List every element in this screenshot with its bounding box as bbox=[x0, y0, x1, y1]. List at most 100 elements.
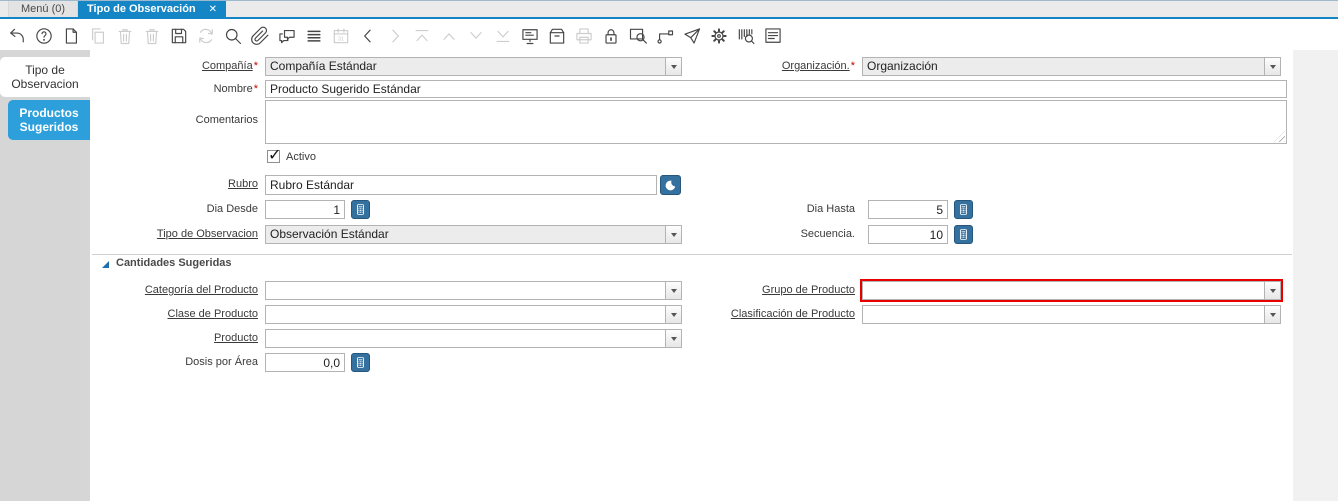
tipo-de-observacion-label[interactable]: Tipo de Observacion bbox=[90, 228, 258, 241]
chat-icon[interactable] bbox=[277, 26, 297, 46]
grid-toggle-icon[interactable] bbox=[304, 26, 324, 46]
find-icon[interactable] bbox=[223, 26, 243, 46]
calculator-button[interactable] bbox=[954, 200, 973, 219]
archive-icon[interactable] bbox=[547, 26, 567, 46]
sidebar-tab-label-line: Observacion bbox=[11, 77, 79, 91]
lock-icon[interactable] bbox=[601, 26, 621, 46]
chevron-down-icon bbox=[1269, 288, 1276, 293]
clase-de-producto-label[interactable]: Clase de Producto bbox=[90, 308, 259, 321]
preference-icon[interactable] bbox=[709, 26, 729, 46]
categoria-del-producto-label[interactable]: Categoría del Producto bbox=[90, 284, 258, 297]
sidebar-tab-productos-sugeridos[interactable]: Productos Sugeridos bbox=[8, 100, 90, 140]
tab-menu[interactable]: Menú (0) bbox=[8, 1, 79, 17]
sidebar-tab-tipo-de-observacion[interactable]: Tipo de Observacion bbox=[0, 57, 90, 97]
calculator-button[interactable] bbox=[351, 353, 370, 372]
organizacion-label[interactable]: Organización.* bbox=[688, 60, 855, 73]
record-search-button[interactable] bbox=[660, 175, 681, 195]
next-record-icon bbox=[466, 26, 486, 46]
new-record-icon[interactable] bbox=[61, 26, 81, 46]
send-request-icon[interactable] bbox=[682, 26, 702, 46]
sidebar-tab-label-line: Tipo de bbox=[25, 63, 65, 77]
tipo-de-observacion-combobox[interactable]: Observación Estándar bbox=[265, 225, 682, 244]
grupo-de-producto-value bbox=[863, 282, 1264, 299]
tab-menu-label: Menú (0) bbox=[21, 3, 66, 15]
dropdown-button[interactable] bbox=[1264, 282, 1280, 299]
section-title: Cantidades Sugeridas bbox=[116, 257, 232, 269]
compania-value: Compañía Estándar bbox=[266, 58, 665, 75]
undo-icon[interactable] bbox=[7, 26, 27, 46]
clasificacion-de-producto-label[interactable]: Clasificación de Producto bbox=[688, 308, 855, 321]
save-icon[interactable] bbox=[169, 26, 189, 46]
clasificacion-de-producto-value bbox=[863, 306, 1264, 323]
rubro-input[interactable] bbox=[265, 175, 657, 195]
calculator-icon bbox=[957, 228, 970, 241]
clase-de-producto-combobox[interactable] bbox=[265, 305, 682, 324]
calculator-button[interactable] bbox=[954, 225, 973, 244]
last-record-icon bbox=[493, 26, 513, 46]
tab-tipo-de-observacion[interactable]: Tipo de Observación ✕ bbox=[78, 1, 227, 17]
refresh-icon bbox=[196, 26, 216, 46]
first-record-icon bbox=[412, 26, 432, 46]
product-info-icon[interactable] bbox=[736, 26, 756, 46]
sidebar-tab-label-line: Productos bbox=[19, 106, 79, 120]
help-icon[interactable] bbox=[34, 26, 54, 46]
comentarios-textarea[interactable] bbox=[265, 100, 1287, 144]
rubro-label[interactable]: Rubro bbox=[90, 178, 258, 191]
dropdown-button[interactable] bbox=[1264, 58, 1280, 75]
clase-de-producto-value bbox=[266, 306, 665, 323]
dosis-por-area-input[interactable] bbox=[265, 353, 345, 372]
content-right-margin bbox=[1293, 50, 1338, 501]
section-collapse-icon[interactable] bbox=[102, 261, 109, 268]
report-window-icon[interactable] bbox=[763, 26, 783, 46]
dropdown-button[interactable] bbox=[665, 306, 681, 323]
secuencia-input[interactable] bbox=[868, 225, 948, 244]
dia-hasta-input[interactable] bbox=[868, 200, 948, 219]
zoom-across-icon[interactable] bbox=[628, 26, 648, 46]
calculator-icon bbox=[354, 356, 367, 369]
dropdown-button[interactable] bbox=[665, 226, 681, 243]
calendar-icon bbox=[331, 26, 351, 46]
dropdown-button[interactable] bbox=[665, 330, 681, 347]
grupo-de-producto-combobox[interactable] bbox=[860, 279, 1283, 302]
copy-record-icon bbox=[88, 26, 108, 46]
grupo-de-producto-label[interactable]: Grupo de Producto bbox=[688, 284, 855, 297]
chevron-down-icon bbox=[670, 64, 677, 69]
dropdown-button[interactable] bbox=[665, 58, 681, 75]
producto-value bbox=[266, 330, 665, 347]
print-icon bbox=[574, 26, 594, 46]
activo-label: Activo bbox=[286, 151, 316, 163]
delete-selection-icon bbox=[142, 26, 162, 46]
organizacion-value: Organización bbox=[863, 58, 1264, 75]
clasificacion-de-producto-combobox[interactable] bbox=[862, 305, 1281, 324]
chevron-down-icon bbox=[1269, 64, 1276, 69]
tipo-de-observacion-value: Observación Estándar bbox=[266, 226, 665, 243]
checkmark-icon: ✓ bbox=[268, 147, 282, 164]
chevron-down-icon bbox=[670, 288, 677, 293]
dropdown-button[interactable] bbox=[1264, 306, 1280, 323]
dropdown-button[interactable] bbox=[665, 282, 681, 299]
calculator-icon bbox=[957, 203, 970, 216]
calculator-button[interactable] bbox=[351, 200, 370, 219]
comentarios-label: Comentarios bbox=[195, 114, 258, 126]
parent-record-icon[interactable] bbox=[358, 26, 378, 46]
nombre-label: Nombre* bbox=[213, 83, 258, 95]
secuencia-label: Secuencia. bbox=[800, 228, 855, 240]
section-separator bbox=[92, 254, 1292, 255]
organizacion-combobox[interactable]: Organización bbox=[862, 57, 1281, 76]
compania-combobox[interactable]: Compañía Estándar bbox=[265, 57, 682, 76]
activo-checkbox[interactable]: ✓ bbox=[267, 147, 281, 164]
close-icon[interactable]: ✕ bbox=[209, 4, 217, 15]
dia-desde-input[interactable] bbox=[265, 200, 345, 219]
attachment-icon[interactable] bbox=[250, 26, 270, 46]
comentarios-field bbox=[265, 100, 1287, 144]
nombre-input[interactable] bbox=[265, 80, 1287, 98]
report-icon[interactable] bbox=[520, 26, 540, 46]
chevron-down-icon bbox=[670, 336, 677, 341]
tab-active-label: Tipo de Observación bbox=[87, 3, 196, 15]
workflow-icon[interactable] bbox=[655, 26, 675, 46]
producto-combobox[interactable] bbox=[265, 329, 682, 348]
compania-label[interactable]: Compañía* bbox=[90, 60, 258, 73]
form-content: Compañía* Compañía Estándar Organización… bbox=[90, 50, 1338, 501]
categoria-del-producto-combobox[interactable] bbox=[265, 281, 682, 300]
producto-label[interactable]: Producto bbox=[90, 332, 258, 345]
